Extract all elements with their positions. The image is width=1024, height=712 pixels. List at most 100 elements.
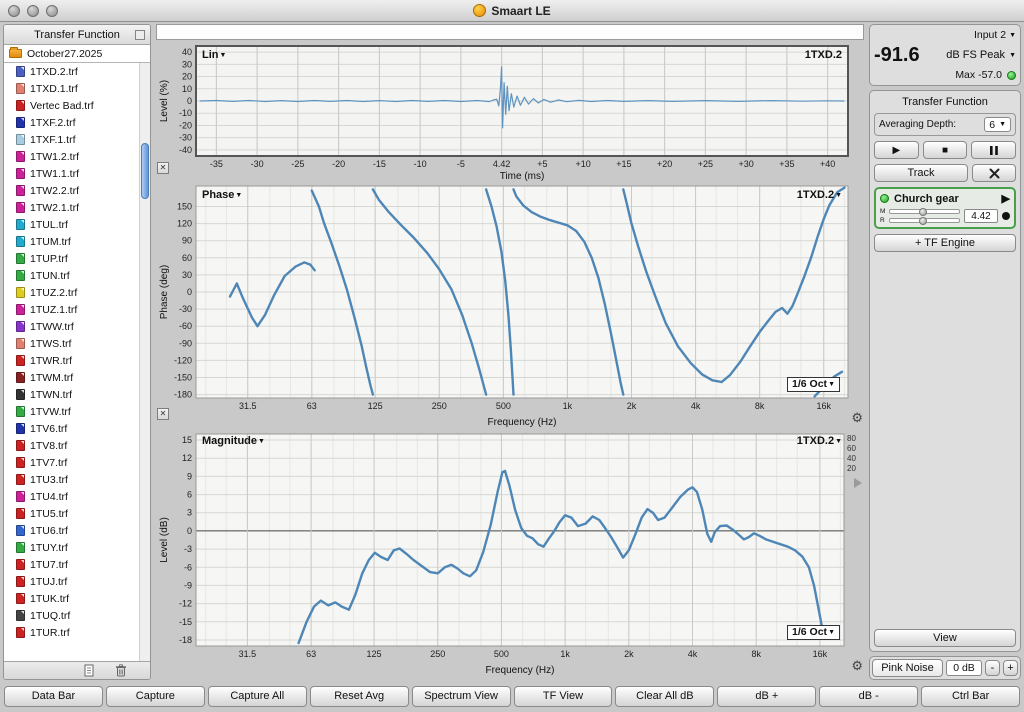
list-item[interactable]: 1TXF.2.trf — [4, 114, 150, 131]
list-item[interactable]: 1TU7.trf — [4, 556, 150, 573]
engine-play-icon[interactable]: ▶ — [1002, 192, 1010, 205]
list-item[interactable]: 1TU3.trf — [4, 471, 150, 488]
toolbar-button-capture-all[interactable]: Capture All — [207, 685, 307, 707]
list-item[interactable]: 1TW1.1.trf — [4, 165, 150, 182]
reference-level-slider[interactable] — [889, 217, 960, 225]
signal-generator-controls: Pink Noise 0 dB - + — [869, 656, 1021, 680]
list-item[interactable]: 1TWR.trf — [4, 352, 150, 369]
list-item[interactable]: 1TWN.trf — [4, 386, 150, 403]
svg-text:-40: -40 — [179, 145, 192, 155]
trash-icon[interactable] — [113, 664, 128, 678]
copy-icon[interactable] — [82, 664, 97, 678]
magnitude-type-selector[interactable]: Magnitude▼ — [202, 435, 265, 447]
impulse-close-button[interactable]: ✕ — [157, 162, 169, 174]
phase-type-selector[interactable]: Phase▼ — [202, 189, 242, 201]
generator-level-field[interactable]: 0 dB — [946, 660, 982, 676]
engine-name[interactable]: Church gear — [894, 193, 959, 205]
play-button[interactable]: ▶ — [874, 141, 919, 159]
list-item[interactable]: 1TUK.trf — [4, 590, 150, 607]
list-item[interactable]: 1TUR.trf — [4, 624, 150, 641]
list-item[interactable]: 1TWM.trf — [4, 369, 150, 386]
delay-find-button[interactable] — [1002, 212, 1010, 220]
phase-close-button[interactable]: ✕ — [157, 408, 169, 420]
view-button[interactable]: View — [874, 629, 1016, 647]
slider-thumb[interactable] — [918, 208, 927, 216]
list-item[interactable]: 1TV8.trf — [4, 437, 150, 454]
dropdown-arrow-icon: ▼ — [828, 629, 835, 636]
close-window-button[interactable] — [8, 4, 20, 17]
list-item[interactable]: 1TXD.1.trf — [4, 80, 150, 97]
toolbar-button-ctrl-bar[interactable]: Ctrl Bar — [921, 685, 1021, 707]
list-item[interactable]: 1TUZ.1.trf — [4, 301, 150, 318]
tools-icon — [989, 168, 999, 178]
magnitude-trace-selector[interactable]: 1TXD.2▼ — [797, 435, 842, 447]
pause-button[interactable] — [971, 141, 1017, 159]
toolbar-button-capture[interactable]: Capture — [105, 685, 205, 707]
level-decrement-button[interactable]: - — [985, 660, 1000, 676]
list-item[interactable]: 1TV7.trf — [4, 454, 150, 471]
phase-octave-smoothing-selector[interactable]: 1/6 Oct▼ — [787, 377, 840, 392]
input-selector[interactable]: Input 2 — [974, 29, 1006, 41]
pink-noise-button[interactable]: Pink Noise — [872, 659, 943, 677]
measurement-level-slider[interactable] — [889, 208, 960, 216]
list-item[interactable]: 1TUY.trf — [4, 539, 150, 556]
zoom-window-button[interactable] — [46, 4, 58, 17]
track-button[interactable]: Track — [874, 164, 968, 182]
list-item[interactable]: 1TUP.trf — [4, 250, 150, 267]
list-item[interactable]: 1TUJ.trf — [4, 573, 150, 590]
coherence-threshold-handle[interactable] — [854, 478, 862, 488]
toolbar-button-data-bar[interactable]: Data Bar — [4, 685, 103, 707]
file-list-scrollbar[interactable] — [139, 63, 150, 661]
list-item[interactable]: 1TUQ.trf — [4, 607, 150, 624]
magnitude-settings-gear-icon[interactable]: ⚙ — [851, 659, 863, 672]
tools-button[interactable] — [972, 164, 1016, 182]
add-tf-engine-button[interactable]: + TF Engine — [874, 234, 1016, 252]
svg-text:-10: -10 — [179, 108, 192, 118]
scrollbar-thumb[interactable] — [141, 143, 149, 199]
list-item[interactable]: 1TU4.trf — [4, 488, 150, 505]
toolbar-button-spectrum-view[interactable]: Spectrum View — [411, 685, 511, 707]
list-item[interactable]: 1TVW.trf — [4, 403, 150, 420]
averaging-depth-selector[interactable]: 6 ▼ — [984, 117, 1011, 132]
impulse-type-selector[interactable]: Lin▼ — [202, 49, 226, 61]
toolbar-button-clear-all-db[interactable]: Clear All dB — [615, 685, 715, 707]
list-item[interactable]: 1TU6.trf — [4, 522, 150, 539]
list-item[interactable]: 1TU5.trf — [4, 505, 150, 522]
list-item[interactable]: 1TWS.trf — [4, 335, 150, 352]
phase-chart-canvas[interactable]: 150 120 90 60 30 0 -30 -60 -90 -120 -150 -180 31.5 63… — [156, 182, 864, 428]
list-item[interactable]: 1TUN.trf — [4, 267, 150, 284]
phase-settings-gear-icon[interactable]: ⚙ — [851, 411, 863, 424]
impulse-chart-canvas[interactable]: 40 30 20 10 0 -10 -20 -30 -40 -35 -30 -25 -20 -15 -10 -… — [156, 42, 864, 182]
list-item[interactable]: Vertec Bad.trf — [4, 97, 150, 114]
toolbar-button-db[interactable]: dB + — [717, 685, 817, 707]
list-item[interactable]: 1TW2.2.trf — [4, 182, 150, 199]
list-item[interactable]: 1TW1.2.trf — [4, 148, 150, 165]
list-item[interactable]: 1TW2.1.trf — [4, 199, 150, 216]
magnitude-chart-canvas[interactable]: 15129630-3-6-9-12-15-1831.5 63 125 250 500 1k… — [156, 428, 864, 676]
list-item[interactable]: 1TXF.1.trf — [4, 131, 150, 148]
phase-trace-selector[interactable]: 1TXD.2▼ — [797, 189, 842, 201]
sidebar-collapse-button[interactable] — [135, 30, 145, 40]
list-item[interactable]: 1TWW.trf — [4, 318, 150, 335]
svg-text:Frequency (Hz): Frequency (Hz) — [488, 417, 557, 428]
minimize-window-button[interactable] — [27, 4, 39, 17]
slider-thumb[interactable] — [918, 217, 927, 225]
svg-text:2k: 2k — [627, 401, 637, 411]
list-item[interactable]: 1TUL.trf — [4, 216, 150, 233]
meter-unit-selector[interactable]: dB FS Peak — [946, 49, 1005, 61]
magnitude-octave-smoothing-selector[interactable]: 1/6 Oct▼ — [787, 625, 840, 640]
level-increment-button[interactable]: + — [1003, 660, 1018, 676]
stop-button[interactable]: ■ — [922, 141, 968, 159]
toolbar-button-db[interactable]: dB - — [819, 685, 919, 707]
list-item[interactable]: 1TV6.trf — [4, 420, 150, 437]
list-item[interactable]: 1TUZ.2.trf — [4, 284, 150, 301]
folder-row[interactable]: October27.2025 — [4, 45, 150, 63]
panel-title: Transfer Function — [902, 96, 988, 108]
toolbar-button-tf-view[interactable]: TF View — [513, 685, 613, 707]
list-item[interactable]: 1TUM.trf — [4, 233, 150, 250]
list-item[interactable]: 1TXD.2.trf — [4, 63, 150, 80]
impulse-trace-label[interactable]: 1TXD.2 — [805, 49, 842, 61]
delay-value-field[interactable]: 4.42 — [964, 209, 998, 223]
toolbar-button-reset-avg[interactable]: Reset Avg — [309, 685, 409, 707]
file-name: 1TXD.2.trf — [30, 65, 78, 78]
